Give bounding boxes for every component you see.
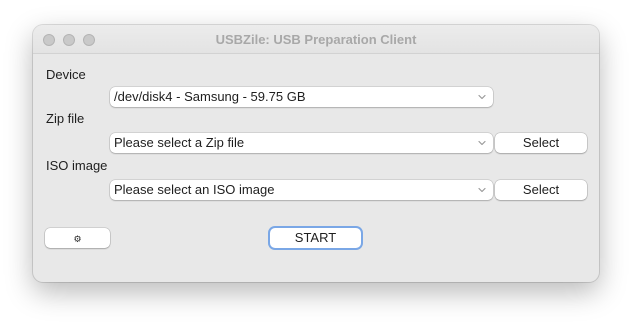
gear-icon: ⚙ [73, 234, 82, 244]
device-label: Device [46, 67, 86, 82]
start-button[interactable]: START [270, 228, 361, 248]
app-window: USBZile: USB Preparation Client Device /… [33, 25, 599, 282]
device-select-value: /dev/disk4 - Samsung - 59.75 GB [114, 89, 306, 104]
device-select[interactable]: /dev/disk4 - Samsung - 59.75 GB [110, 87, 493, 107]
window-title: USBZile: USB Preparation Client [215, 32, 417, 47]
iso-image-label: ISO image [46, 158, 108, 173]
zip-select-button[interactable]: Select [495, 133, 587, 153]
zip-file-select[interactable]: Please select a Zip file [110, 133, 493, 153]
settings-button[interactable]: ⚙ [45, 228, 110, 248]
chevron-down-icon [478, 140, 486, 146]
zip-file-select-value: Please select a Zip file [114, 135, 245, 150]
iso-image-select-value: Please select an ISO image [114, 182, 275, 197]
iso-select-button[interactable]: Select [495, 180, 587, 200]
zip-file-label: Zip file [46, 111, 85, 126]
title-bar: USBZile: USB Preparation Client [33, 25, 599, 54]
chevron-down-icon [478, 94, 486, 100]
iso-image-select[interactable]: Please select an ISO image [110, 180, 493, 200]
chevron-down-icon [478, 187, 486, 193]
